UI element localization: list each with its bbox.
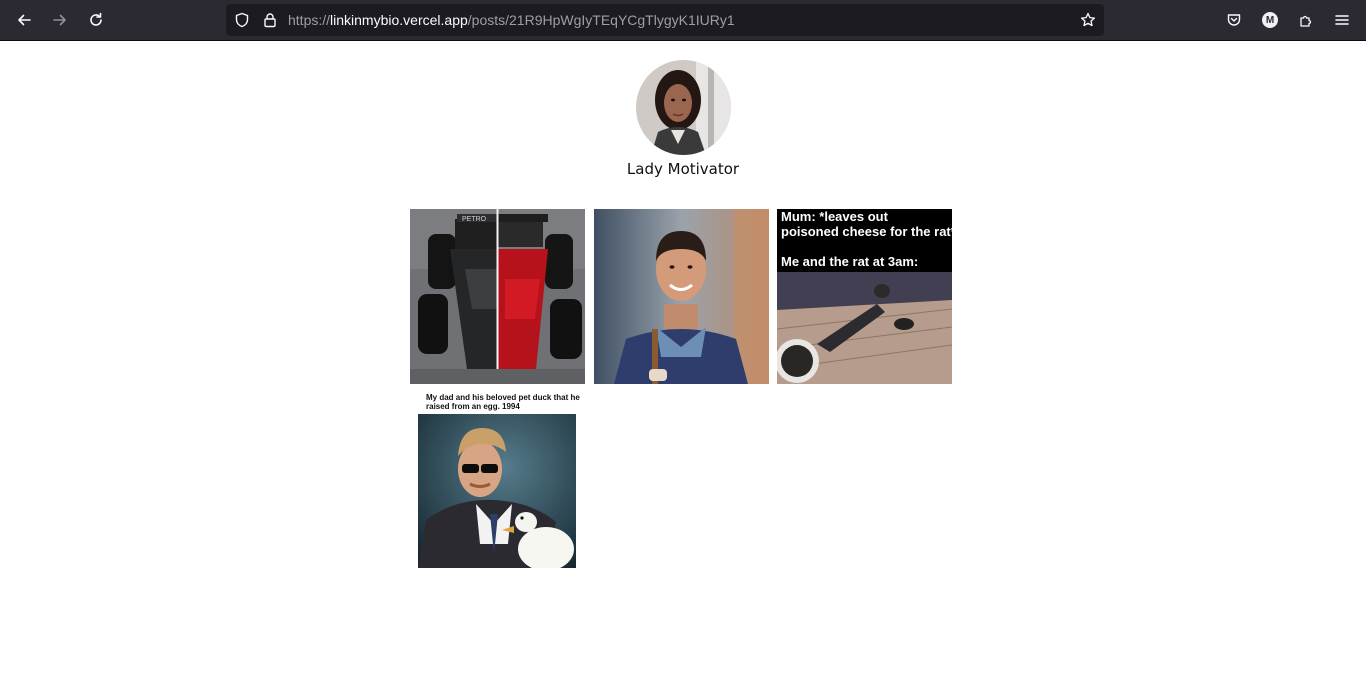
meme-line-2: poisoned cheese for the rat* [781,224,952,239]
duck-caption-line-1: My dad and his beloved pet duck that he [426,393,580,402]
forward-arrow-icon[interactable] [46,6,74,34]
url-prefix: https:// [288,12,331,28]
duck-caption-line-2: raised from an egg. 1994 [426,402,520,411]
profile-name: Lady Motivator [626,160,740,178]
url-path: /posts/21R9HpWgIyTEqYCgTlygyK1IURy1 [467,12,735,28]
pocket-icon[interactable] [1220,6,1248,34]
post-rat-meme[interactable]: Mum: *leaves out poisoned cheese for the… [777,209,952,384]
meme-line-3: Me and the rat at 3am: [781,254,919,269]
avatar [636,60,731,155]
post-duck-photo[interactable]: My dad and his beloved pet duck that he … [410,392,585,568]
reload-icon[interactable] [82,6,110,34]
star-icon[interactable] [1080,12,1096,28]
url-bar[interactable]: https://linkinmybio.vercel.app/posts/21R… [226,4,1104,36]
shield-icon[interactable] [234,12,250,28]
svg-text:PETRO: PETRO [462,216,487,223]
smiling-man-image [594,209,769,384]
lock-icon[interactable] [262,12,278,28]
meme-line-1: Mum: *leaves out [781,209,888,224]
post-smiling-man[interactable] [594,209,769,384]
account-icon[interactable]: M [1256,6,1284,34]
menu-icon[interactable] [1328,6,1356,34]
f1-cars-image: PETRO [410,209,585,384]
url-text[interactable]: https://linkinmybio.vercel.app/posts/21R… [288,4,735,36]
extensions-icon[interactable] [1292,6,1320,34]
back-arrow-icon[interactable] [10,6,38,34]
browser-toolbar: https://linkinmybio.vercel.app/posts/21R… [0,0,1366,41]
post-f1-cars[interactable]: PETRO [410,209,585,384]
account-initial: M [1262,12,1278,28]
duck-photo-image [418,414,576,568]
url-host: linkinmybio.vercel.app [330,12,468,28]
